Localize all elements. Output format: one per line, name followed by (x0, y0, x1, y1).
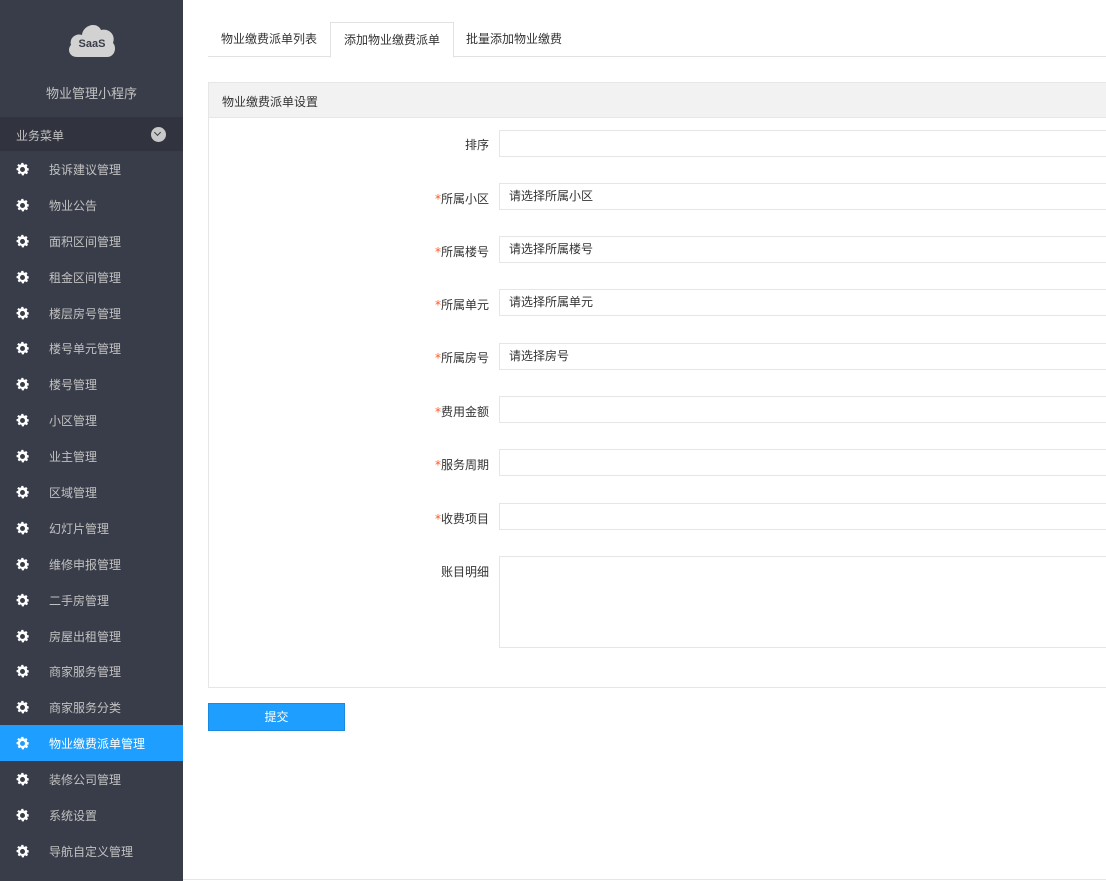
sidebar-menu-item[interactable]: 楼号单元管理 (0, 330, 183, 366)
detail-textarea[interactable] (499, 556, 1106, 648)
gear-icon (14, 663, 31, 680)
gear-icon (14, 161, 31, 178)
community-select[interactable]: 请选择所属小区 (499, 183, 1106, 210)
building-label: *所属楼号 (434, 245, 489, 259)
tab-batch-add[interactable]: 批量添加物业缴费 (453, 22, 575, 56)
sidebar-menu-item-label: 导航自定义管理 (49, 844, 134, 859)
sidebar-menu-item-label: 投诉建议管理 (49, 163, 122, 177)
sidebar-menu-item-label: 物业缴费派单管理 (49, 737, 146, 752)
sidebar-menu-item-label: 租金区间管理 (49, 270, 122, 285)
amount-label: *费用金额 (434, 405, 489, 419)
sidebar-menu-item-label: 商家服务分类 (49, 701, 122, 716)
gear-icon (14, 520, 31, 537)
chevron-down-icon[interactable] (151, 127, 166, 142)
submit-button[interactable]: 提交 (208, 703, 345, 731)
logo-text: SaaS (78, 38, 106, 50)
menu-section-label: 业务菜单 (16, 129, 65, 143)
gear-icon (14, 628, 31, 645)
sidebar-menu-item[interactable]: 物业公告 (0, 187, 183, 223)
gear-icon (14, 233, 31, 250)
gear-icon (14, 771, 31, 788)
form-panel: 物业缴费派单设置 排序 *所属小区 请选择所属小区 *所属楼号 请选择所属楼号 … (208, 82, 1106, 688)
sidebar-menu-item-label: 楼号管理 (49, 378, 98, 393)
sidebar-menu-item-label: 面积区间管理 (49, 234, 122, 249)
gear-icon (14, 448, 31, 465)
charge-item-input[interactable] (499, 503, 1106, 530)
sidebar-menu-item[interactable]: 维修申报管理 (0, 546, 183, 582)
period-label: *服务周期 (434, 458, 489, 472)
community-label: *所属小区 (434, 192, 489, 206)
sidebar-menu-item-label: 楼号单元管理 (49, 342, 122, 357)
sidebar-menu-item-label: 系统设置 (49, 809, 98, 824)
sort-input[interactable] (499, 130, 1106, 157)
logo-area: SaaS 物业管理小程序 (0, 0, 183, 120)
sidebar-menu-item-label: 维修申报管理 (49, 557, 122, 572)
sidebar-menu-item[interactable]: 幻灯片管理 (0, 510, 183, 546)
sidebar-menu-item[interactable]: 投诉建议管理 (0, 151, 183, 187)
room-select[interactable]: 请选择房号 (499, 343, 1106, 370)
sidebar-menu-item-label: 物业公告 (49, 198, 98, 213)
sidebar-menu-item[interactable]: 面积区间管理 (0, 223, 183, 259)
sidebar-menu-item-label: 楼层房号管理 (49, 306, 122, 321)
sidebar-menu-item[interactable]: 商家服务分类 (0, 689, 183, 725)
gear-icon (14, 269, 31, 286)
gear-icon (14, 484, 31, 501)
gear-icon (14, 592, 31, 609)
tab-dispatch-list[interactable]: 物业缴费派单列表 (208, 22, 330, 56)
divider (183, 879, 1106, 880)
room-label: *所属房号 (434, 351, 489, 365)
sidebar-menu-item-label: 商家服务管理 (49, 665, 122, 680)
sidebar-menu-item-label: 小区管理 (49, 414, 98, 429)
gear-icon (14, 340, 31, 357)
sidebar-menu: 投诉建议管理 物业公告面积区间管理 租金区间管理 楼层房号管理 楼号单元管理 楼号管理小区… (0, 151, 183, 869)
tab-add-dispatch[interactable]: 添加物业缴费派单 (330, 22, 455, 58)
sidebar-menu-item[interactable]: 物业缴费派单管理 (0, 725, 183, 762)
sidebar-menu-item-label: 二手房管理 (49, 593, 110, 608)
sidebar-menu-item[interactable]: 二手房管理 (0, 582, 183, 618)
sidebar: SaaS 物业管理小程序 业务菜单 投诉建议管理 物业公告面积区间管理 租金区间管理… (0, 0, 183, 881)
gear-icon (14, 807, 31, 824)
gear-icon (14, 197, 31, 214)
gear-icon (14, 376, 31, 393)
sidebar-menu-item[interactable]: 业主管理 (0, 438, 183, 474)
sidebar-menu-item[interactable]: 装修公司管理 (0, 761, 183, 797)
panel-title: 物业缴费派单设置 (222, 95, 319, 109)
sidebar-menu-item-label: 房屋出租管理 (49, 629, 122, 644)
detail-label: 账目明细 (440, 565, 489, 579)
sidebar-menu-item[interactable]: 楼层房号管理 (0, 295, 183, 331)
sidebar-menu-item-label: 幻灯片管理 (49, 521, 110, 536)
sidebar-menu-item[interactable]: 商家服务管理 (0, 653, 183, 689)
menu-section-header[interactable]: 业务菜单 (0, 117, 183, 151)
sidebar-menu-item-label: 区域管理 (49, 486, 98, 501)
sidebar-menu-item[interactable]: 租金区间管理 (0, 259, 183, 295)
gear-icon (14, 556, 31, 573)
gear-icon (14, 305, 31, 322)
gear-icon (14, 843, 31, 860)
sidebar-menu-item[interactable]: 小区管理 (0, 402, 183, 438)
building-select[interactable]: 请选择所属楼号 (499, 236, 1106, 263)
sidebar-menu-item-label: 业主管理 (49, 450, 98, 465)
unit-select[interactable]: 请选择所属单元 (499, 289, 1106, 316)
sort-label: 排序 (464, 138, 489, 152)
app-name: 物业管理小程序 (45, 87, 137, 102)
gear-icon (14, 735, 31, 752)
gear-icon (14, 412, 31, 429)
amount-input[interactable] (499, 396, 1106, 423)
sidebar-menu-item[interactable]: 房屋出租管理 (0, 618, 183, 654)
unit-label: *所属单元 (434, 298, 489, 312)
sidebar-menu-item[interactable]: 导航自定义管理 (0, 833, 183, 869)
sidebar-menu-item[interactable]: 区域管理 (0, 474, 183, 510)
sidebar-menu-item-label: 装修公司管理 (49, 773, 122, 788)
panel-header: 物业缴费派单设置 (209, 83, 1106, 118)
tab-bar: 物业缴费派单列表 添加物业缴费派单 批量添加物业缴费 (208, 22, 1106, 58)
period-input[interactable] (499, 449, 1106, 476)
charge-item-label: *收费项目 (434, 512, 489, 526)
sidebar-menu-item[interactable]: 楼号管理 (0, 366, 183, 402)
sidebar-menu-item[interactable]: 系统设置 (0, 797, 183, 833)
gear-icon (14, 699, 31, 716)
